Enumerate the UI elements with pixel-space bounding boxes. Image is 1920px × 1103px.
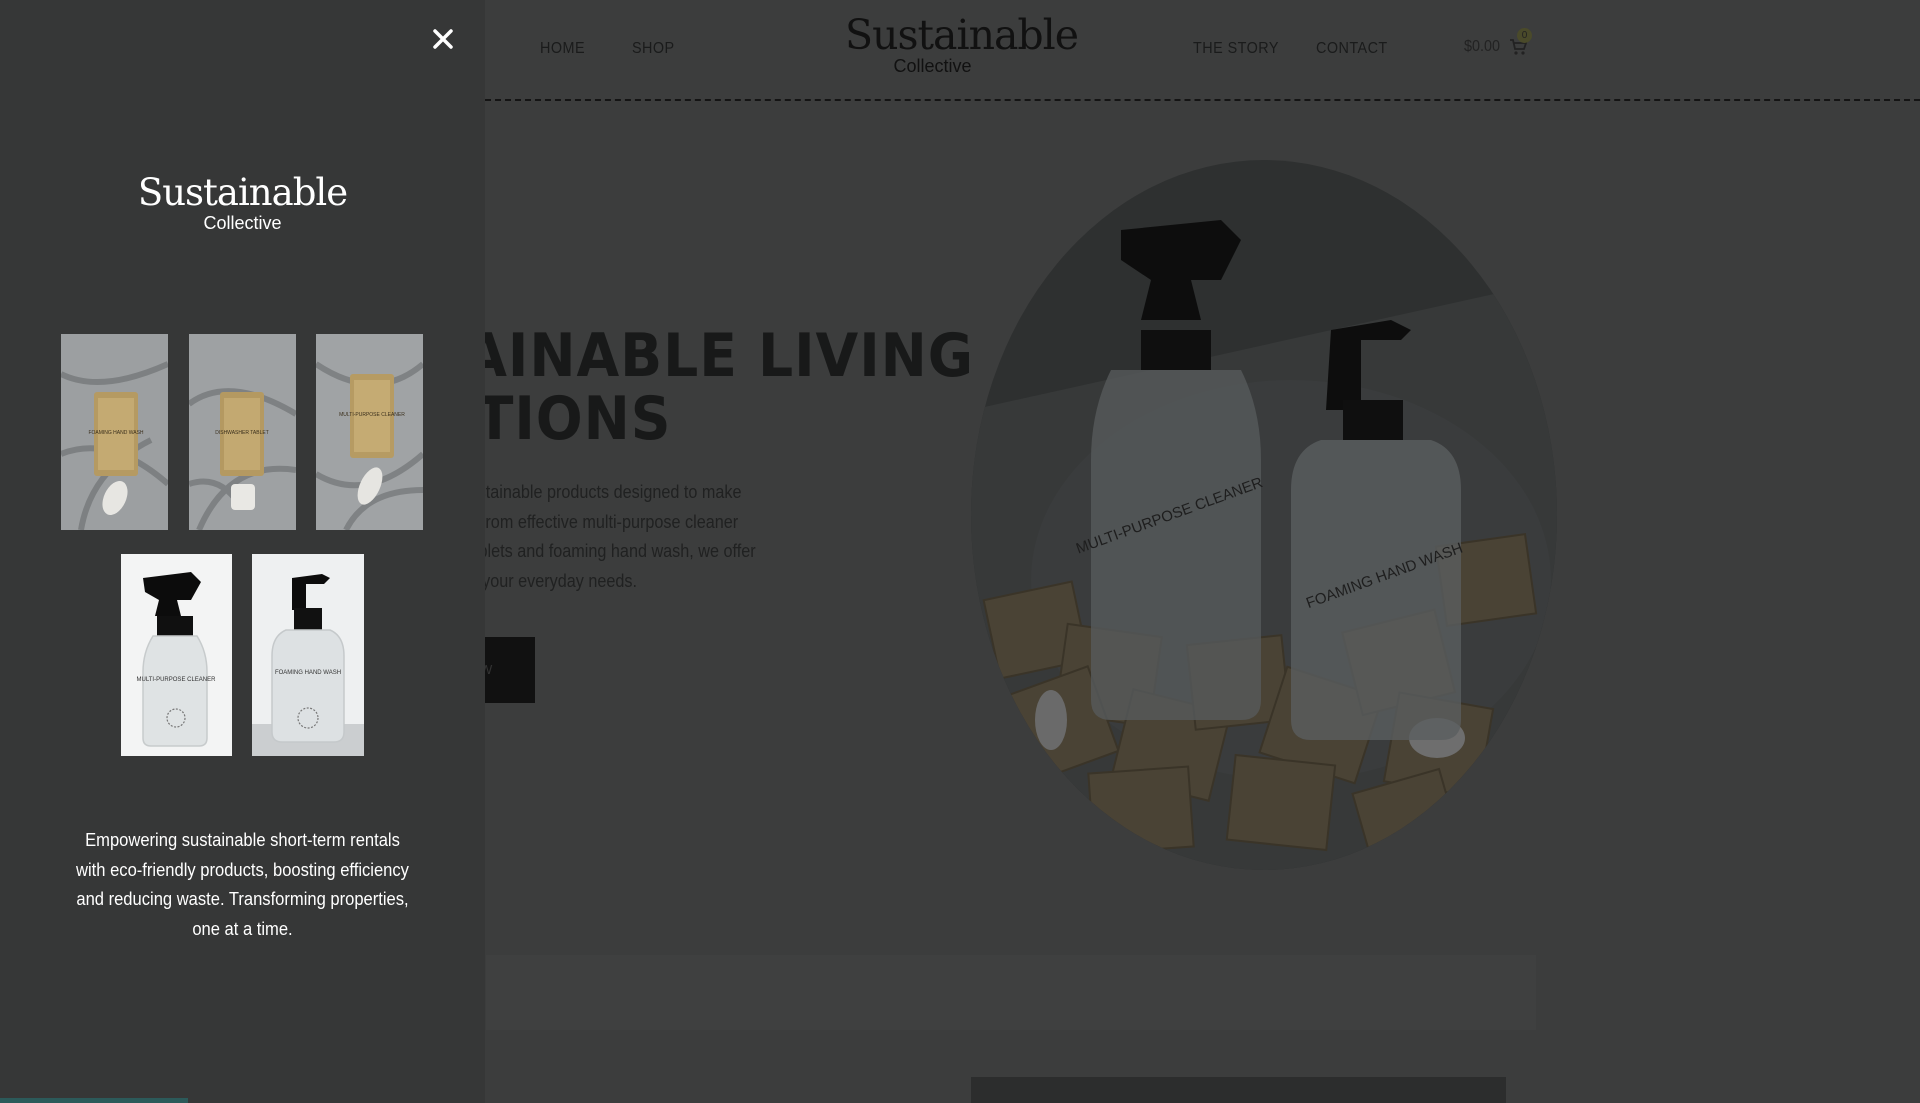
thumbnail-cleaner-pod[interactable]: MULTI-PURPOSE CLEANER <box>316 334 423 530</box>
nav-contact[interactable]: CONTACT <box>1316 40 1388 58</box>
hero-title-line1: TAINABLE LIVING <box>430 321 975 391</box>
panel-logo-subtitle: Collective <box>203 213 282 233</box>
lower-image <box>971 1077 1506 1103</box>
close-icon[interactable] <box>428 24 458 54</box>
thumb-label: FOAMING HAND WASH <box>275 670 341 676</box>
logo-subtitle: Collective <box>893 56 972 76</box>
lower-section <box>486 955 1536 1030</box>
panel-description: Empowering sustainable short-term rental… <box>76 830 409 939</box>
bottom-accent-strip <box>0 1098 188 1103</box>
site-logo[interactable]: Sustainable Collective <box>845 11 1079 76</box>
thumb-label: DISHWASHER TABLET <box>215 430 269 436</box>
hero-title: TAINABLE LIVING UTIONS <box>430 325 974 451</box>
thumb-label: MULTI-PURPOSE CLEANER <box>137 677 217 683</box>
thumbnail-handwash-pod[interactable]: FOAMING HAND WASH <box>61 334 168 530</box>
panel-logo[interactable]: Sustainable Collective <box>130 171 355 234</box>
thumb-label: MULTI-PURPOSE CLEANER <box>339 412 405 418</box>
header-divider <box>485 99 1920 101</box>
offcanvas-panel: Sustainable Collective FOAMING HAND WASH… <box>0 0 485 1103</box>
cart-total[interactable]: $0.00 <box>1464 38 1500 56</box>
thumbnail-dishwasher-pod[interactable]: DISHWASHER TABLET <box>189 334 296 530</box>
hero-title-line2: UTIONS <box>430 384 672 454</box>
nav-the-story[interactable]: THE STORY <box>1193 40 1279 58</box>
cart-count-badge: 0 <box>1517 28 1532 43</box>
thumbnail-handwash-bottle[interactable]: FOAMING HAND WASH <box>252 554 364 756</box>
nav-home[interactable]: HOME <box>540 40 585 58</box>
logo-title: Sustainable <box>845 11 1079 59</box>
panel-logo-title: Sustainable <box>137 171 348 214</box>
hero-product-image: MULTI-PURPOSE CLEANER FOAMING HAND WASH <box>971 160 1557 870</box>
thumbnail-cleaner-bottle[interactable]: MULTI-PURPOSE CLEANER <box>121 554 232 756</box>
thumb-label: FOAMING HAND WASH <box>88 430 143 436</box>
nav-shop[interactable]: SHOP <box>632 40 675 58</box>
